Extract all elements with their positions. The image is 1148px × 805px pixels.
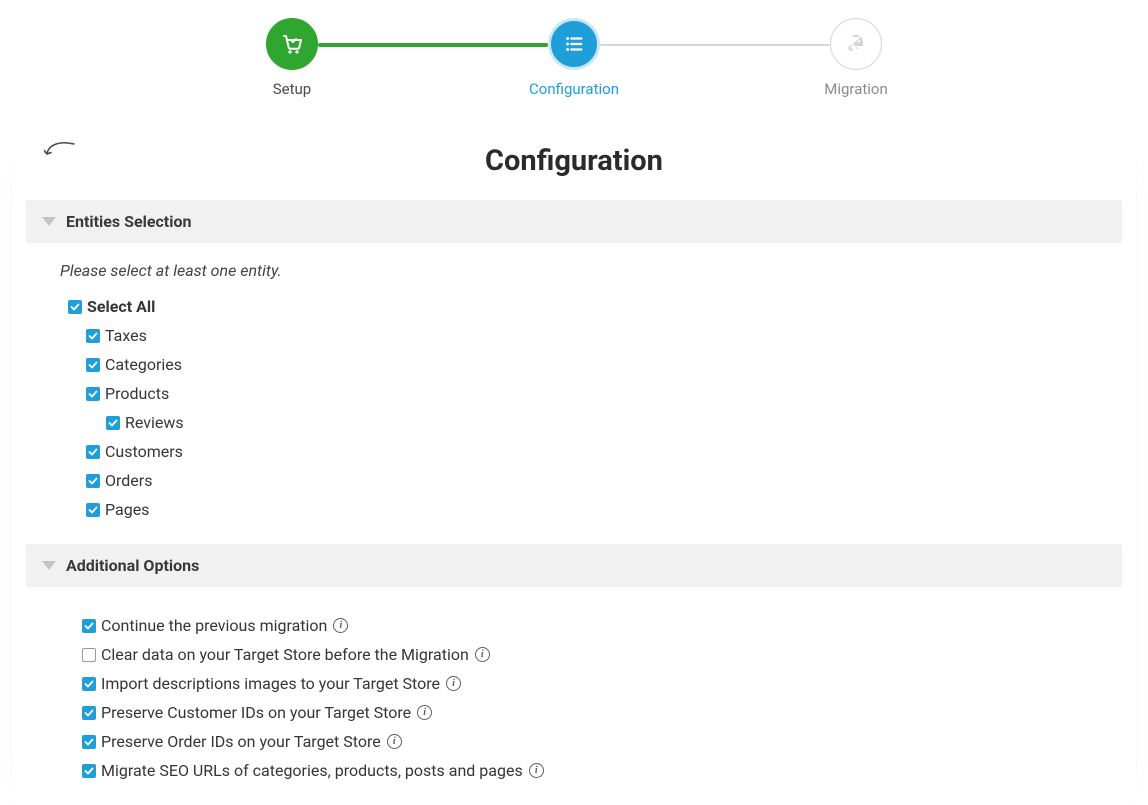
- option-row-preserve-customer-ids: Preserve Customer IDs on your Target Sto…: [82, 700, 1108, 725]
- step-setup[interactable]: Setup: [266, 18, 318, 98]
- checkbox-migrate-seo-urls[interactable]: [82, 764, 96, 778]
- option-row-continue: Continue the previous migration i: [82, 613, 1108, 638]
- entity-label: Customers: [105, 439, 183, 464]
- option-label: Preserve Order IDs on your Target Store: [101, 729, 381, 754]
- checkbox-orders[interactable]: [86, 474, 100, 488]
- entity-label: Reviews: [125, 410, 184, 435]
- checkbox-taxes[interactable]: [86, 329, 100, 343]
- entity-row-orders: Orders: [86, 468, 1108, 493]
- entities-checklist: Select All Taxes Categories Products Rev…: [12, 288, 1136, 544]
- checkbox-continue-migration[interactable]: [82, 619, 96, 633]
- option-label: Migrate SEO URLs of categories, products…: [101, 758, 523, 783]
- entities-instruction: Please select at least one entity.: [12, 253, 1136, 288]
- entity-label: Taxes: [105, 323, 147, 348]
- entity-label: Categories: [105, 352, 182, 377]
- checkbox-reviews[interactable]: [106, 416, 120, 430]
- entity-label: Orders: [105, 468, 152, 493]
- option-label: Continue the previous migration: [101, 613, 327, 638]
- section-title: Additional Options: [66, 556, 199, 575]
- chevron-down-icon: [42, 217, 56, 226]
- checkbox-preserve-customer-ids[interactable]: [82, 706, 96, 720]
- option-row-preserve-order-ids: Preserve Order IDs on your Target Store …: [82, 729, 1108, 754]
- entity-row-reviews: Reviews: [106, 410, 1108, 435]
- checkbox-categories[interactable]: [86, 358, 100, 372]
- entity-row-customers: Customers: [86, 439, 1108, 464]
- info-icon[interactable]: i: [387, 734, 402, 749]
- option-row-migrate-seo-urls: Migrate SEO URLs of categories, products…: [82, 758, 1108, 783]
- page-title: Configuration: [12, 144, 1136, 178]
- info-icon[interactable]: i: [475, 647, 490, 662]
- option-label: Preserve Customer IDs on your Target Sto…: [101, 700, 411, 725]
- option-label: Import descriptions images to your Targe…: [101, 671, 440, 696]
- list-icon: [548, 18, 600, 70]
- entity-row-taxes: Taxes: [86, 323, 1108, 348]
- options-list: Continue the previous migration i Clear …: [12, 597, 1136, 783]
- entity-row-pages: Pages: [86, 497, 1108, 522]
- checkbox-import-images[interactable]: [82, 677, 96, 691]
- checkbox-preserve-order-ids[interactable]: [82, 735, 96, 749]
- back-arrow-icon[interactable]: [44, 140, 78, 168]
- select-all-row: Select All: [68, 294, 1108, 319]
- step-configuration[interactable]: Configuration: [548, 18, 600, 98]
- section-header-entities[interactable]: Entities Selection: [26, 200, 1122, 243]
- step-label: Migration: [824, 80, 888, 98]
- step-label: Setup: [273, 80, 311, 98]
- checkbox-products[interactable]: [86, 387, 100, 401]
- entity-label: Products: [105, 381, 169, 406]
- checkbox-clear-data[interactable]: [82, 648, 96, 662]
- info-icon[interactable]: i: [333, 618, 348, 633]
- checkbox-select-all[interactable]: [68, 300, 82, 314]
- info-icon[interactable]: i: [417, 705, 432, 720]
- cart-icon: [266, 18, 318, 70]
- step-migration[interactable]: Migration: [830, 18, 882, 98]
- checkbox-customers[interactable]: [86, 445, 100, 459]
- chevron-down-icon: [42, 561, 56, 570]
- step-label: Configuration: [529, 80, 619, 98]
- entity-row-products: Products: [86, 381, 1108, 406]
- info-icon[interactable]: i: [446, 676, 461, 691]
- option-row-import-images: Import descriptions images to your Targe…: [82, 671, 1108, 696]
- section-header-options[interactable]: Additional Options: [26, 544, 1122, 587]
- config-card: Configuration Entities Selection Please …: [12, 118, 1136, 805]
- option-label: Clear data on your Target Store before t…: [101, 642, 469, 667]
- select-all-label: Select All: [87, 294, 155, 319]
- entity-row-categories: Categories: [86, 352, 1108, 377]
- connector-completed: [318, 43, 548, 47]
- option-row-clear-data: Clear data on your Target Store before t…: [82, 642, 1108, 667]
- connector-pending: [600, 44, 830, 46]
- rocket-icon: [830, 18, 882, 70]
- entity-label: Pages: [105, 497, 149, 522]
- checkbox-pages[interactable]: [86, 503, 100, 517]
- stepper: Setup Configuration: [0, 0, 1148, 106]
- info-icon[interactable]: i: [529, 763, 544, 778]
- section-title: Entities Selection: [66, 212, 191, 231]
